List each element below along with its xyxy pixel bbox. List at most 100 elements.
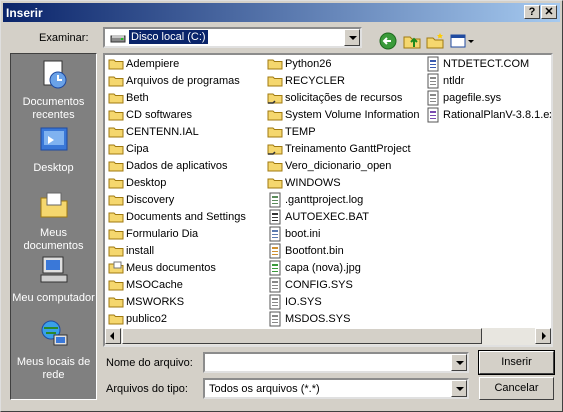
file-name: Vero_dicionario_open [285,160,392,172]
file-name: Python26 [285,58,332,70]
folder-icon [267,107,283,123]
file-exe-icon [425,107,441,123]
file-name: solicitações de recursos [285,92,403,104]
folder-icon [108,73,124,89]
file-name: ntldr [443,75,465,87]
desktop-icon [40,127,67,151]
close-button[interactable]: ✕ [541,5,557,19]
file-name: Desktop [126,177,167,189]
folder-icon [267,141,283,157]
recent-documents-icon [43,60,66,89]
folder-icon [108,277,124,293]
place-desktop[interactable]: Desktop [11,124,96,175]
file-name: publico2 [126,313,167,325]
open-button[interactable]: Inserir [478,350,555,375]
cancel-button[interactable]: Cancelar [479,377,554,400]
place-label: Meu computador [12,292,95,304]
filename-input[interactable] [203,352,469,373]
network-places-icon [41,320,67,346]
up-folder-icon[interactable] [402,31,422,51]
scroll-right-button[interactable] [535,328,551,344]
folder-icon [108,226,124,242]
insert-dialog: Inserir ? ✕ Examinar: Disco local (C:) D… [0,0,563,412]
folder-icon [108,294,124,310]
arrow-left-icon [110,332,114,340]
horizontal-scrollbar[interactable] [105,328,551,345]
title-bar[interactable]: Inserir ? ✕ [3,3,560,22]
place-label: Desktop [33,162,74,174]
chevron-down-icon[interactable] [451,354,467,371]
view-menu-icon[interactable] [449,31,475,51]
file-sys-icon [425,73,441,89]
file-name: MSOCache [126,279,183,291]
back-icon[interactable] [378,31,398,51]
place-network[interactable]: Meus locais de rede [11,318,96,382]
folder-icon [108,209,124,225]
file-name: pagefile.sys [443,92,502,104]
file-jpg-icon [267,260,283,276]
file-sys-icon [267,277,283,293]
folder-icon [108,107,124,123]
folder-icon [108,56,124,72]
file-name: CENTENN.IAL [126,126,199,138]
folder-icon [108,124,124,140]
file-name: RECYCLER [285,75,345,87]
file-log-icon [267,192,283,208]
file-name: Discovery [126,194,175,206]
folder-icon [267,90,283,106]
file-name: AUTOEXEC.BAT [285,211,369,223]
file-name: Beth [126,92,149,104]
my-computer-icon [40,256,67,283]
place-my-documents[interactable]: Meus documentos [11,189,96,253]
file-name: RationalPlanV-3.8.1.exe [443,109,553,121]
folder-icon [267,124,283,140]
look-in-label: Examinar: [39,32,89,44]
folder-icon [267,56,283,72]
file-list[interactable]: Adempiere Arquivos de programas Beth CD sof… [103,53,553,347]
filetype-value: Todos os arquivos (*.*) [209,383,320,395]
file-name: install [126,245,155,257]
look-in-dropdown[interactable]: Disco local (C:) [103,27,362,48]
file-name: boot.ini [285,228,321,240]
scrollbar-thumb[interactable] [122,328,482,344]
file-name: WINDOWS [285,177,341,189]
chevron-down-icon[interactable] [451,380,467,397]
file-sys-icon [267,294,283,310]
filename-label: Nome do arquivo: [106,357,193,369]
place-recent-documents[interactable]: Documentos recentes [11,58,96,122]
drive-icon [110,35,126,43]
places-bar: Documentos recentes Desktop Meus documen… [10,53,97,400]
filetype-dropdown[interactable]: Todos os arquivos (*.*) [203,378,469,399]
file-sys-icon [425,90,441,106]
place-my-computer[interactable]: Meu computador [11,254,96,305]
file-name: NTDETECT.COM [443,58,530,70]
my-documents-icon [40,192,67,218]
folder-icon [108,243,124,259]
file-name: MSWORKS [126,296,185,308]
folder-icon [108,192,124,208]
look-in-value: Disco local (C:) [129,30,208,44]
file-name: TEMP [285,126,316,138]
file-ini-icon [267,226,283,242]
file-bin-icon [267,243,283,259]
folder-icon [267,158,283,174]
help-button[interactable]: ? [524,5,540,19]
file-name: Cipa [126,143,149,155]
scroll-left-button[interactable] [105,328,121,344]
file-name: Dados de aplicativos [126,160,228,172]
folder-icon [108,175,124,191]
folder-icon [267,73,283,89]
place-label: Meus locais de rede [16,356,91,381]
window-title: Inserir [6,6,43,20]
file-name: System Volume Information [285,109,420,121]
file-name: .ganttproject.log [285,194,364,206]
file-bat-icon [267,209,283,225]
file-name: Arquivos de programas [126,75,240,87]
new-folder-icon[interactable] [425,31,445,51]
filetype-label: Arquivos do tipo: [106,383,188,395]
file-name: MSDOS.SYS [285,313,351,325]
chevron-down-icon[interactable] [344,29,360,46]
file-name: Bootfont.bin [285,245,344,257]
file-name: CONFIG.SYS [285,279,353,291]
folder-icon [108,158,124,174]
